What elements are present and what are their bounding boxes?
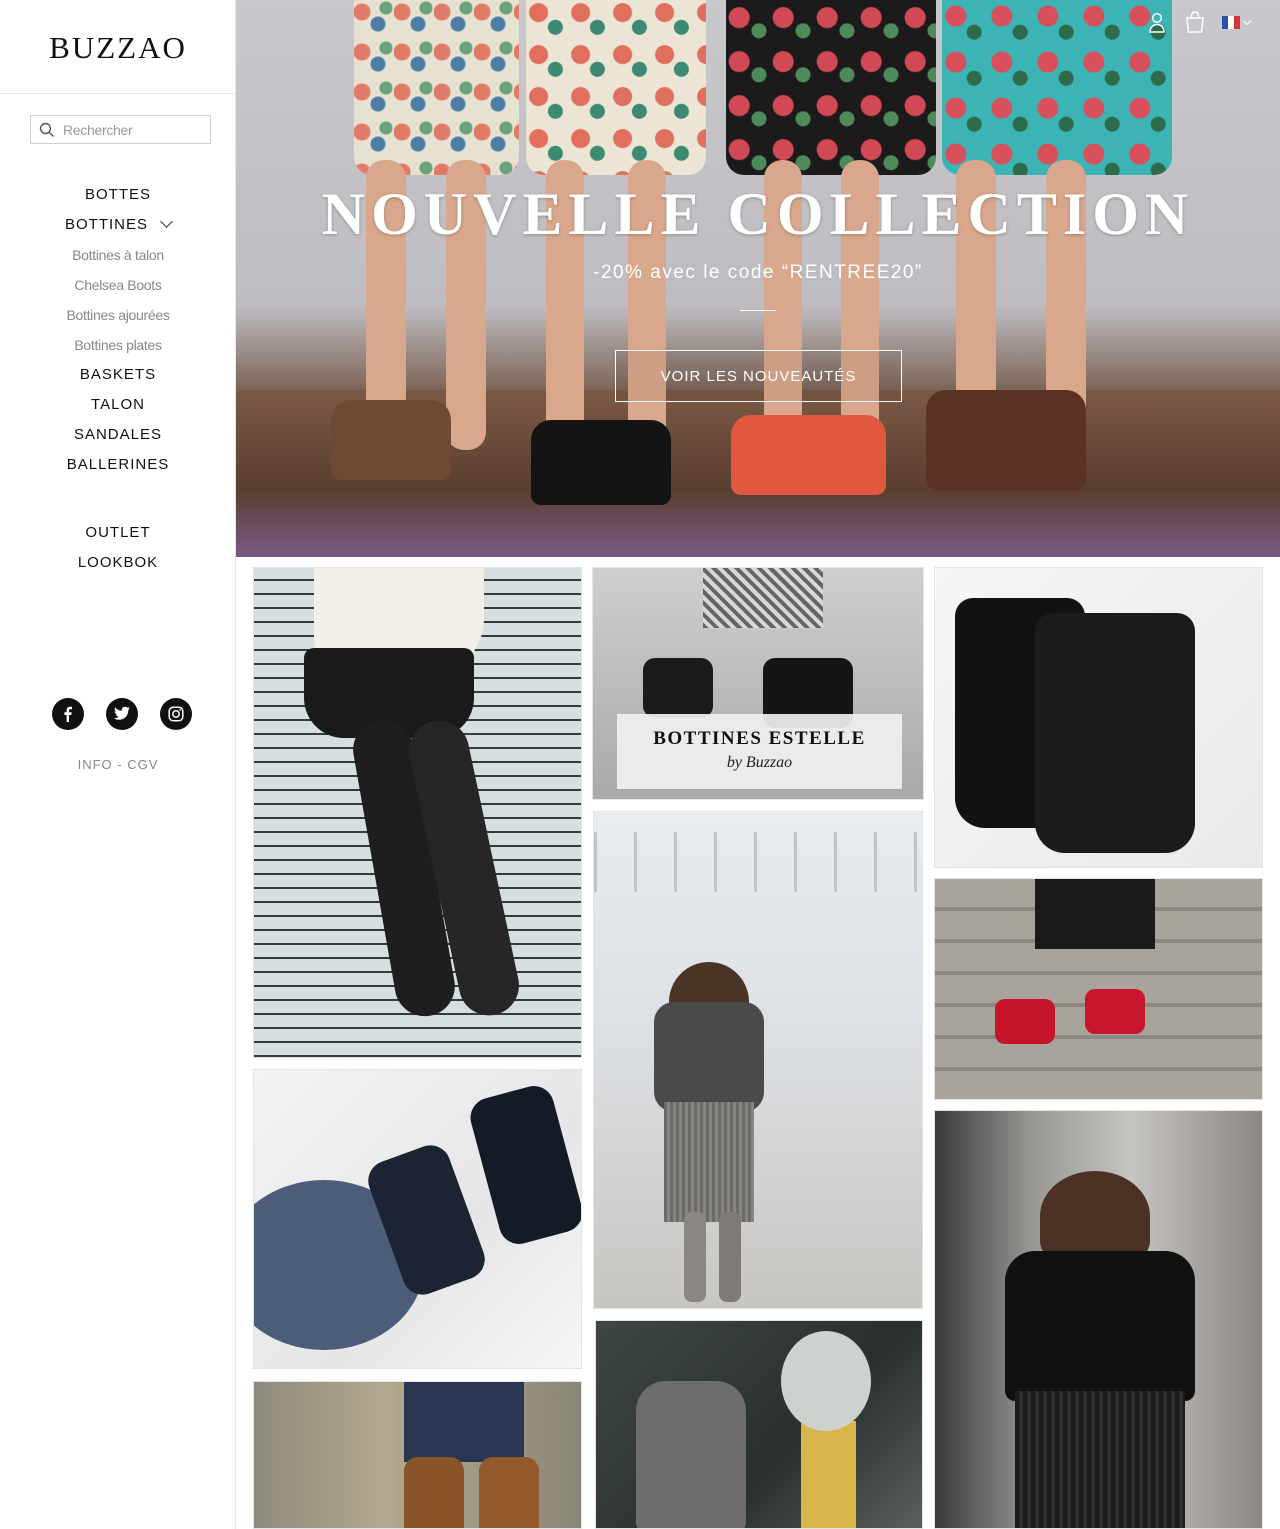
product-tile[interactable] (593, 811, 923, 1309)
nav-item-sandales[interactable]: SANDALES (0, 420, 236, 450)
info-link[interactable]: INFO (78, 757, 113, 772)
tile-jacket (1005, 1251, 1195, 1401)
nav-subitem-bottines-plates[interactable]: Bottines plates (0, 330, 236, 360)
top-bar (1146, 10, 1252, 34)
product-tile[interactable] (595, 1320, 923, 1529)
main-nav: BOTTES BOTTINES Bottines à talon Chelsea… (0, 180, 236, 480)
product-tile[interactable] (253, 1381, 582, 1529)
brand-logo[interactable]: BUZZAO (0, 30, 236, 66)
tile-boot (404, 1457, 464, 1528)
nav-item-bottines[interactable]: BOTTINES (0, 210, 236, 240)
tile-planter (801, 1421, 856, 1528)
product-tile[interactable] (934, 878, 1263, 1100)
featured-tile[interactable]: BOTTINES ESTELLE by Buzzao (592, 567, 924, 800)
product-tile[interactable] (253, 567, 582, 1058)
tile-tree (781, 1331, 871, 1431)
nav-subitem-chelsea-boots[interactable]: Chelsea Boots (0, 270, 236, 300)
nav-item-bottines-label: BOTTINES (64, 216, 148, 233)
tile-heel (1085, 989, 1145, 1034)
cart-icon[interactable] (1184, 10, 1206, 34)
tile-skirt (1015, 1391, 1185, 1528)
product-tile[interactable] (253, 1069, 582, 1369)
search-input[interactable] (63, 121, 193, 138)
hero-subtitle: -20% avec le code “RENTREE20” (593, 262, 923, 283)
tile-skirt (664, 1102, 754, 1222)
search-box[interactable] (30, 115, 211, 144)
tile-jeans (404, 1382, 524, 1462)
flag-fr-icon (1222, 15, 1240, 29)
tile-boot (479, 1457, 539, 1528)
chevron-down-icon (1242, 16, 1252, 25)
tile-person (636, 1381, 746, 1528)
hero-shoe (731, 415, 886, 495)
tile-boot (1035, 613, 1195, 853)
hero-divider (740, 310, 776, 311)
nav-subitem-bottines-ajourees[interactable]: Bottines ajourées (0, 300, 236, 330)
hero-shoe (926, 390, 1086, 490)
tile-boot (684, 1212, 706, 1302)
secondary-nav: OUTLET LOOKBOK (0, 518, 236, 578)
product-tile[interactable] (934, 567, 1263, 868)
product-tile[interactable] (934, 1110, 1263, 1529)
chevron-down-icon (160, 215, 173, 228)
hero-skirt (942, 0, 1172, 175)
sidebar: BUZZAO BOTTES BOTTINES Bottines à talon … (0, 0, 236, 1529)
cgv-link[interactable]: CGV (127, 757, 158, 772)
lookbook-grid: BOTTINES ESTELLE by Buzzao (236, 557, 1280, 1529)
tile-boot (719, 1212, 741, 1302)
tile-heel (995, 999, 1055, 1044)
see-new-arrivals-button[interactable]: VOIR LES NOUVEAUTÉS (615, 350, 902, 402)
tile-skirt (1035, 879, 1155, 949)
hero-skirt (354, 0, 519, 175)
tile-bridge (594, 832, 922, 892)
tile-coat (703, 568, 823, 628)
nav-subitem-bottines-a-talon[interactable]: Bottines à talon (0, 240, 236, 270)
tile-boot (466, 1081, 581, 1249)
search-icon[interactable] (39, 122, 55, 138)
language-selector[interactable] (1222, 15, 1252, 29)
sidebar-divider (0, 93, 236, 94)
nav-item-bottes[interactable]: BOTTES (0, 180, 236, 210)
nav-item-ballerines[interactable]: BALLERINES (0, 450, 236, 480)
tile-boot (643, 658, 713, 718)
nav-item-baskets[interactable]: BASKETS (0, 360, 236, 390)
nav-item-talon[interactable]: TALON (0, 390, 236, 420)
hero-title: NOUVELLE COLLECTION (321, 181, 1195, 247)
twitter-icon[interactable] (106, 698, 138, 730)
nav-item-outlet[interactable]: OUTLET (0, 518, 236, 548)
footer-links: INFO - CGV (0, 757, 236, 772)
instagram-icon[interactable] (160, 698, 192, 730)
hero-banner: NOUVELLE COLLECTION -20% avec le code “R… (236, 0, 1280, 557)
social-links (52, 698, 192, 730)
featured-title: BOTTINES ESTELLE (653, 728, 866, 749)
tile-hair (1040, 1171, 1150, 1261)
footer-separator: - (112, 757, 128, 772)
user-icon[interactable] (1146, 10, 1168, 34)
tile-sweater (654, 1002, 764, 1112)
facebook-icon[interactable] (52, 698, 84, 730)
hero-shoe (531, 420, 671, 505)
featured-subtitle: by Buzzao (726, 754, 793, 771)
nav-item-lookbook[interactable]: LOOKBOK (0, 548, 236, 578)
hero-skirt (526, 0, 706, 175)
hero-shoe (331, 400, 451, 480)
hero-skirt (726, 0, 936, 175)
featured-caption: BOTTINES ESTELLE by Buzzao (617, 714, 902, 789)
